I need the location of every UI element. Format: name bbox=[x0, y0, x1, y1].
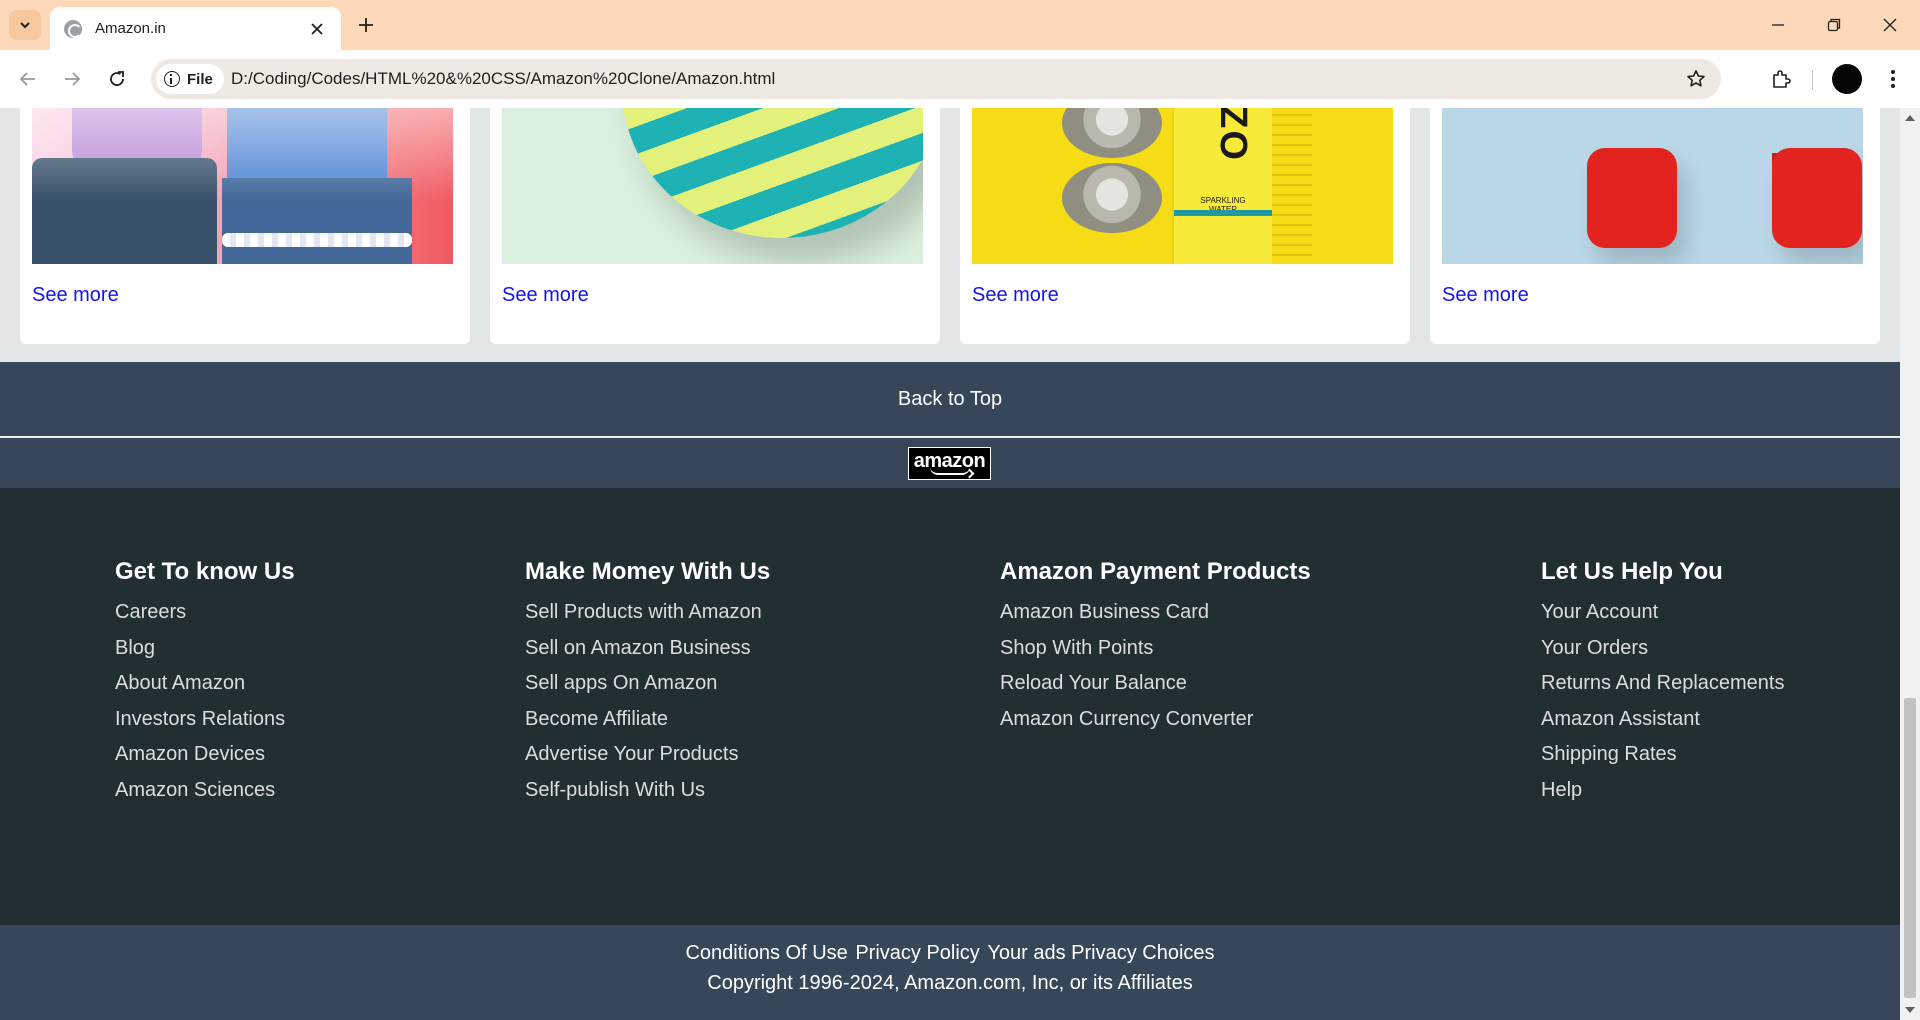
copyright-text: Copyright 1996-2024, Amazon.com, Inc, or… bbox=[707, 972, 1193, 994]
footer-column-payment-products: Amazon Payment Products Amazon Business … bbox=[1000, 558, 1311, 737]
arrow-left-icon bbox=[19, 72, 35, 86]
footer-link[interactable]: Reload Your Balance bbox=[1000, 666, 1311, 702]
dumbbells-image[interactable] bbox=[1442, 108, 1863, 264]
footer-links-area: Get To know Us Careers Blog About Amazon… bbox=[0, 488, 1900, 925]
plus-icon bbox=[359, 18, 373, 32]
footer-link[interactable]: Careers bbox=[115, 595, 295, 631]
product-card: See more bbox=[1430, 108, 1880, 344]
see-more-link[interactable]: See more bbox=[502, 284, 589, 307]
fashion-image[interactable] bbox=[32, 108, 453, 264]
bottle-brand-text: ZO bbox=[1211, 108, 1254, 162]
url-text[interactable]: D:/Coding/Codes/HTML%20&%20CSS/Amazon%20… bbox=[231, 69, 775, 89]
footer-link[interactable]: Your Account bbox=[1541, 595, 1784, 631]
browser-menu-button[interactable] bbox=[1878, 64, 1908, 94]
footer-bottom-bar: Conditions Of Use Privacy Policy Your ad… bbox=[0, 925, 1900, 1020]
footer-link[interactable]: About Amazon bbox=[115, 666, 295, 702]
restore-button[interactable] bbox=[1806, 0, 1862, 50]
amazon-logo[interactable]: amazon bbox=[908, 447, 991, 480]
product-cards-row: See more See more ZO SPARKLING WATER See… bbox=[0, 108, 1900, 362]
profile-avatar[interactable] bbox=[1832, 64, 1862, 94]
see-more-link[interactable]: See more bbox=[1442, 284, 1529, 307]
reload-icon bbox=[110, 71, 124, 86]
reload-button[interactable] bbox=[102, 64, 132, 94]
site-info-chip[interactable]: File bbox=[156, 64, 224, 94]
footer-link[interactable]: Blog bbox=[115, 631, 295, 667]
footer-column-heading: Let Us Help You bbox=[1541, 558, 1723, 585]
footer-link[interactable]: Sell Products with Amazon bbox=[525, 595, 770, 631]
policy-links: Conditions Of Use Privacy Policy Your ad… bbox=[0, 942, 1900, 965]
ball-image[interactable] bbox=[502, 108, 923, 264]
footer-link[interactable]: Amazon Assistant bbox=[1541, 702, 1784, 738]
footer-link[interactable]: Amazon Devices bbox=[115, 737, 295, 773]
browser-toolbar: File D:/Coding/Codes/HTML%20&%20CSS/Amaz… bbox=[0, 50, 1920, 108]
close-icon bbox=[311, 22, 323, 35]
footer-link[interactable]: Returns And Replacements bbox=[1541, 666, 1784, 702]
product-card: See more bbox=[490, 108, 940, 344]
page-scrollbar[interactable] bbox=[1900, 108, 1920, 1020]
smile-arrow-icon bbox=[929, 467, 970, 475]
footer-column-heading: Amazon Payment Products bbox=[1000, 558, 1311, 585]
footer-link[interactable]: Your Orders bbox=[1541, 631, 1784, 667]
footer-column-heading: Make Momey With Us bbox=[525, 558, 771, 585]
toolbar-divider bbox=[1812, 70, 1813, 90]
footer-link[interactable]: Self-publish With Us bbox=[525, 773, 770, 809]
close-window-button[interactable] bbox=[1862, 0, 1918, 50]
footer-column-make-money: Make Momey With Us Sell Products with Am… bbox=[525, 558, 770, 809]
info-icon bbox=[164, 71, 180, 87]
browser-tab-active[interactable]: Amazon.in bbox=[50, 7, 341, 50]
scroll-up-icon[interactable] bbox=[1905, 115, 1915, 121]
globe-icon bbox=[64, 19, 82, 38]
product-card: ZO SPARKLING WATER See more bbox=[960, 108, 1410, 344]
footer-link[interactable]: Amazon Business Card bbox=[1000, 595, 1311, 631]
footer-link[interactable]: Amazon Currency Converter bbox=[1000, 702, 1311, 738]
footer-link[interactable]: Shop With Points bbox=[1000, 631, 1311, 667]
forward-button[interactable] bbox=[57, 64, 87, 94]
footer-logo-bar: amazon bbox=[0, 438, 1900, 488]
arrow-right-icon bbox=[65, 72, 81, 86]
chevron-down-icon bbox=[20, 22, 30, 29]
see-more-link[interactable]: See more bbox=[972, 284, 1059, 307]
star-icon bbox=[1687, 70, 1705, 87]
more-vertical-icon bbox=[1891, 70, 1895, 88]
cans-image[interactable]: ZO SPARKLING WATER bbox=[972, 108, 1393, 264]
footer-link[interactable]: Become Affiliate bbox=[525, 702, 770, 738]
back-to-top-label: Back to Top bbox=[897, 387, 1003, 410]
puzzle-icon bbox=[1773, 70, 1791, 88]
ads-privacy-choices-link[interactable]: Your ads Privacy Choices bbox=[987, 942, 1214, 964]
back-to-top-button[interactable]: Back to Top bbox=[0, 362, 1900, 437]
minimize-button[interactable] bbox=[1750, 0, 1806, 50]
tab-search-button[interactable] bbox=[9, 10, 41, 40]
footer-link[interactable]: Sell on Amazon Business bbox=[525, 631, 770, 667]
scrollbar-thumb[interactable] bbox=[1904, 698, 1916, 998]
page-viewport: See more See more ZO SPARKLING WATER See… bbox=[0, 108, 1900, 1020]
browser-tab-bar: Amazon.in bbox=[0, 0, 1920, 50]
extensions-button[interactable] bbox=[1766, 64, 1796, 94]
footer-link[interactable]: Sell apps On Amazon bbox=[525, 666, 770, 702]
tab-title: Amazon.in bbox=[95, 20, 166, 37]
footer-link[interactable]: Shipping Rates bbox=[1541, 737, 1784, 773]
footer-link[interactable]: Amazon Sciences bbox=[115, 773, 295, 809]
scroll-down-icon[interactable] bbox=[1905, 1007, 1915, 1013]
minimize-icon bbox=[1772, 24, 1784, 26]
footer-column-get-to-know: Get To know Us Careers Blog About Amazon… bbox=[115, 558, 295, 809]
close-icon bbox=[1883, 18, 1897, 32]
footer-link[interactable]: Help bbox=[1541, 773, 1784, 809]
footer-link[interactable]: Investors Relations bbox=[115, 702, 295, 738]
back-button[interactable] bbox=[13, 64, 43, 94]
footer-column-heading: Get To know Us bbox=[115, 558, 295, 585]
footer-column-help: Let Us Help You Your Account Your Orders… bbox=[1541, 558, 1784, 809]
file-chip-label: File bbox=[187, 70, 213, 88]
tab-close-button[interactable] bbox=[305, 17, 329, 41]
privacy-policy-link[interactable]: Privacy Policy bbox=[855, 942, 979, 964]
footer-link[interactable]: Advertise Your Products bbox=[525, 737, 770, 773]
see-more-link[interactable]: See more bbox=[32, 284, 119, 307]
product-card: See more bbox=[20, 108, 470, 344]
new-tab-button[interactable] bbox=[353, 12, 379, 38]
restore-icon bbox=[1827, 18, 1841, 32]
conditions-of-use-link[interactable]: Conditions Of Use bbox=[685, 942, 847, 964]
bookmark-button[interactable] bbox=[1683, 66, 1709, 92]
address-bar[interactable]: File D:/Coding/Codes/HTML%20&%20CSS/Amaz… bbox=[151, 59, 1721, 99]
